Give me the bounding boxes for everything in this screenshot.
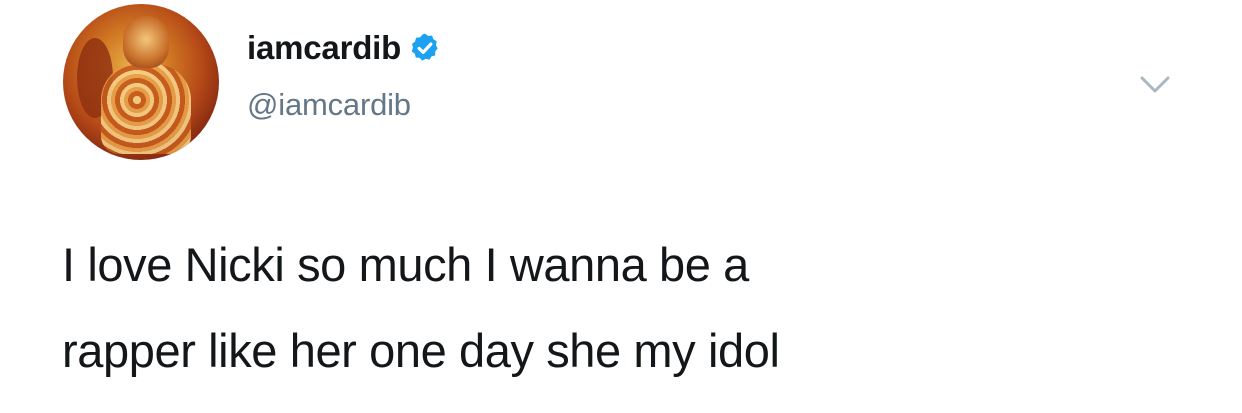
tweet-text: I love Nicki so much I wanna be a rapper…: [62, 222, 1182, 394]
avatar[interactable]: [63, 4, 219, 160]
tweet-text-line: I love Nicki so much I wanna be a: [62, 238, 749, 291]
avatar-shape: [101, 64, 191, 154]
user-handle[interactable]: @iamcardib: [247, 87, 411, 123]
tweet-text-line: rapper like her one day she my idol: [62, 324, 780, 377]
tweet-card: iamcardib @iamcardib I love Nicki so muc…: [0, 0, 1242, 413]
chevron-down-icon[interactable]: [1138, 72, 1172, 98]
display-name[interactable]: iamcardib: [247, 29, 401, 67]
verified-badge-icon: [411, 33, 438, 61]
user-name-row[interactable]: iamcardib: [247, 25, 441, 71]
avatar-shape: [123, 16, 169, 68]
